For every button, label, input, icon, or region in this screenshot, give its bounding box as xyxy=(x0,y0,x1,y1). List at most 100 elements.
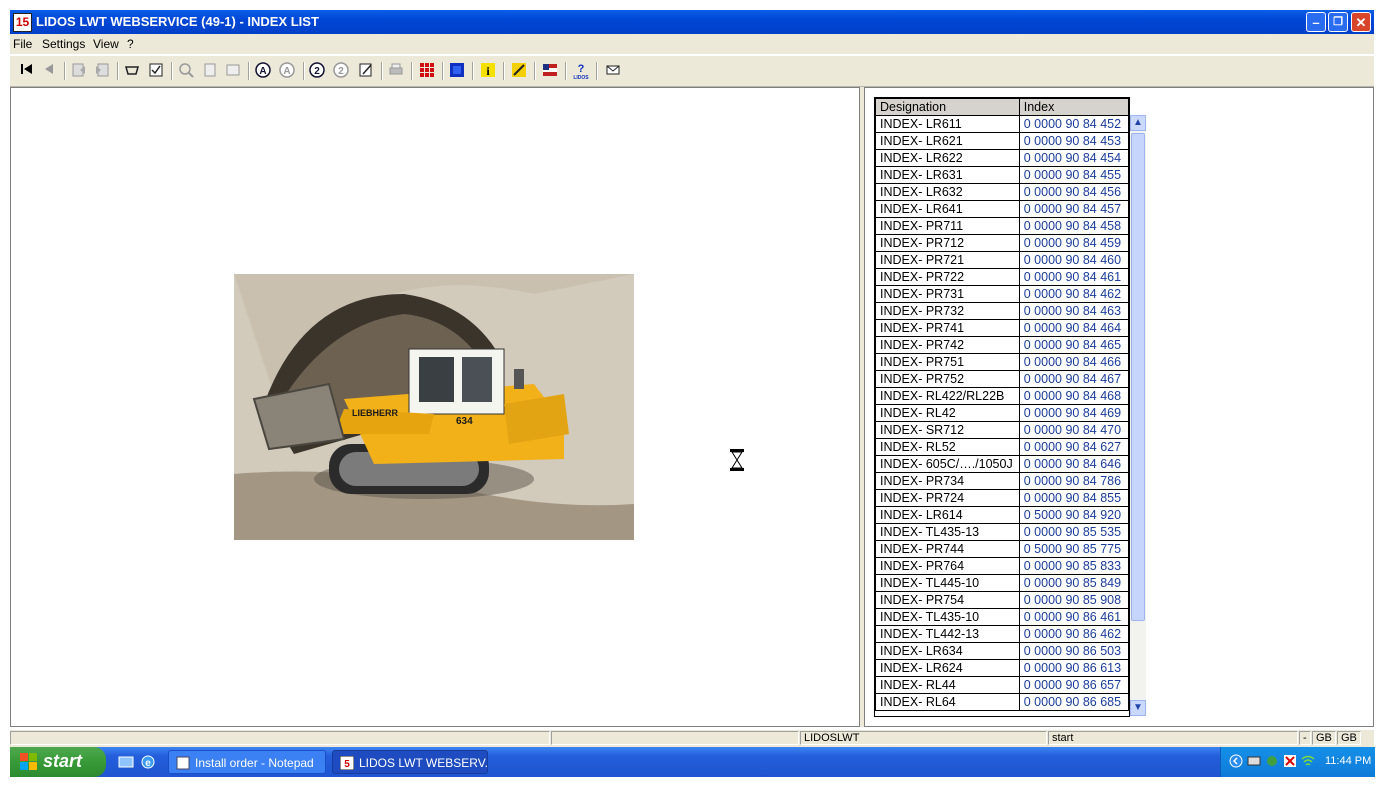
cell-designation[interactable]: INDEX- PR744 xyxy=(875,540,1020,558)
basket-icon[interactable] xyxy=(123,62,141,80)
cell-index[interactable]: 0 0000 90 86 461 xyxy=(1018,608,1129,626)
cell-designation[interactable]: INDEX- LR622 xyxy=(875,149,1020,167)
cell-designation[interactable]: INDEX- TL445-10 xyxy=(875,574,1020,592)
cell-designation[interactable]: INDEX- PR741 xyxy=(875,319,1020,337)
cell-designation[interactable]: INDEX- RL52 xyxy=(875,438,1020,456)
cell-index[interactable]: 0 0000 90 84 465 xyxy=(1018,336,1129,354)
cell-index[interactable]: 0 0000 90 84 455 xyxy=(1018,166,1129,184)
cell-designation[interactable]: INDEX- RL42 xyxy=(875,404,1020,422)
table-row[interactable]: INDEX- PR724 0 0000 90 84 855 xyxy=(875,489,1129,507)
cell-index[interactable]: 0 0000 90 84 456 xyxy=(1018,183,1129,201)
cell-index[interactable]: 0 0000 90 86 685 xyxy=(1018,693,1129,711)
help-3-icon[interactable]: 2 xyxy=(333,62,351,80)
cell-index[interactable]: 0 0000 90 84 460 xyxy=(1018,251,1129,269)
cell-index[interactable]: 0 0000 90 84 461 xyxy=(1018,268,1129,286)
grid-red-icon[interactable] xyxy=(418,62,436,80)
cell-designation[interactable]: INDEX- PR732 xyxy=(875,302,1020,320)
app-icon[interactable]: 15 xyxy=(13,13,32,32)
cell-index[interactable]: 0 0000 90 84 470 xyxy=(1018,421,1129,439)
column-header-designation[interactable]: Designation xyxy=(875,98,1020,116)
cell-designation[interactable]: INDEX- PR751 xyxy=(875,353,1020,371)
cell-index[interactable]: 0 0000 90 84 458 xyxy=(1018,217,1129,235)
cell-index[interactable]: 0 0000 90 84 646 xyxy=(1018,455,1129,473)
cell-index[interactable]: 0 0000 90 84 459 xyxy=(1018,234,1129,252)
cell-designation[interactable]: INDEX- RL64 xyxy=(875,693,1020,711)
table-row[interactable]: INDEX- PR752 0 0000 90 84 467 xyxy=(875,370,1129,388)
cell-index[interactable]: 0 0000 90 85 833 xyxy=(1018,557,1129,575)
maximize-button[interactable]: ❐ xyxy=(1328,12,1348,32)
table-row[interactable]: INDEX- LR624 0 0000 90 86 613 xyxy=(875,659,1129,677)
quicklaunch-desktop-icon[interactable] xyxy=(118,754,134,773)
cell-index[interactable]: 0 0000 90 84 462 xyxy=(1018,285,1129,303)
table-row[interactable]: INDEX- PR721 0 0000 90 84 460 xyxy=(875,251,1129,269)
quicklaunch-ie-icon[interactable]: e xyxy=(140,754,156,773)
table-row[interactable]: INDEX- PR731 0 0000 90 84 462 xyxy=(875,285,1129,303)
tray-security-icon[interactable] xyxy=(1283,754,1297,771)
cell-designation[interactable]: INDEX- PR721 xyxy=(875,251,1020,269)
cell-designation[interactable]: INDEX- TL435-13 xyxy=(875,523,1020,541)
cell-designation[interactable]: INDEX- LR632 xyxy=(875,183,1020,201)
cell-index[interactable]: 0 0000 90 84 452 xyxy=(1018,115,1129,133)
close-button[interactable]: ✕ xyxy=(1351,12,1371,32)
cell-designation[interactable]: INDEX- 605C/…./1050J xyxy=(875,455,1020,473)
tray-expand-icon[interactable] xyxy=(1229,754,1243,771)
grid-blue-icon[interactable] xyxy=(448,62,466,80)
cell-designation[interactable]: INDEX- TL435-10 xyxy=(875,608,1020,626)
table-row[interactable]: INDEX- PR711 0 0000 90 84 458 xyxy=(875,217,1129,235)
table-row[interactable]: INDEX- LR621 0 0000 90 84 453 xyxy=(875,132,1129,150)
scroll-down-icon[interactable]: ▼ xyxy=(1130,700,1146,716)
search-b-icon[interactable]: A xyxy=(279,62,297,80)
cell-index[interactable]: 0 0000 90 85 908 xyxy=(1018,591,1129,609)
table-row[interactable]: INDEX- PR712 0 0000 90 84 459 xyxy=(875,234,1129,252)
menu-view[interactable]: View xyxy=(93,37,119,51)
cell-index[interactable]: 0 0000 90 84 454 xyxy=(1018,149,1129,167)
cell-designation[interactable]: INDEX- PR711 xyxy=(875,217,1020,235)
cell-designation[interactable]: INDEX- LR634 xyxy=(875,642,1020,660)
cell-index[interactable]: 0 0000 90 84 457 xyxy=(1018,200,1129,218)
table-row[interactable]: INDEX- LR632 0 0000 90 84 456 xyxy=(875,183,1129,201)
table-row[interactable]: INDEX- PR732 0 0000 90 84 463 xyxy=(875,302,1129,320)
title-bar[interactable]: 15 LIDOS LWT WEBSERVICE (49-1) - INDEX L… xyxy=(10,10,1374,34)
cell-index[interactable]: 0 0000 90 84 627 xyxy=(1018,438,1129,456)
cell-index[interactable]: 0 0000 90 85 849 xyxy=(1018,574,1129,592)
cell-designation[interactable]: INDEX- PR764 xyxy=(875,557,1020,575)
cell-index[interactable]: 0 5000 90 85 775 xyxy=(1018,540,1129,558)
menu-help[interactable]: ? xyxy=(127,37,134,51)
search-a-icon[interactable]: A xyxy=(255,62,273,80)
help-2-icon[interactable]: 2 xyxy=(309,62,327,80)
cell-index[interactable]: 0 0000 90 84 786 xyxy=(1018,472,1129,490)
fit-width-icon[interactable] xyxy=(224,62,242,80)
table-row[interactable]: INDEX- PR744 0 5000 90 85 775 xyxy=(875,540,1129,558)
cell-index[interactable]: 0 0000 90 84 466 xyxy=(1018,353,1129,371)
table-row[interactable]: INDEX- RL64 0 0000 90 86 685 xyxy=(875,693,1129,711)
column-header-index[interactable]: Index xyxy=(1018,98,1129,116)
cell-designation[interactable]: INDEX- PR752 xyxy=(875,370,1020,388)
table-row[interactable]: INDEX- PR741 0 0000 90 84 464 xyxy=(875,319,1129,337)
cell-designation[interactable]: INDEX- LR614 xyxy=(875,506,1020,524)
table-row[interactable]: INDEX- TL442-13 0 0000 90 86 462 xyxy=(875,625,1129,643)
cell-designation[interactable]: INDEX- LR611 xyxy=(875,115,1020,133)
cell-designation[interactable]: INDEX- PR722 xyxy=(875,268,1020,286)
cell-designation[interactable]: INDEX- PR734 xyxy=(875,472,1020,490)
table-row[interactable]: INDEX- LR634 0 0000 90 86 503 xyxy=(875,642,1129,660)
cell-index[interactable]: 0 0000 90 84 467 xyxy=(1018,370,1129,388)
cell-index[interactable]: 0 0000 90 85 535 xyxy=(1018,523,1129,541)
start-button[interactable]: start xyxy=(10,747,106,777)
cell-index[interactable]: 0 0000 90 84 855 xyxy=(1018,489,1129,507)
cell-designation[interactable]: INDEX- RL44 xyxy=(875,676,1020,694)
table-row[interactable]: INDEX- 605C/…./1050J 0 0000 90 84 646 xyxy=(875,455,1129,473)
zoom-in-icon[interactable] xyxy=(177,62,195,80)
cell-designation[interactable]: INDEX- PR731 xyxy=(875,285,1020,303)
previous-record-icon[interactable] xyxy=(40,62,58,80)
edit-note-icon[interactable] xyxy=(357,62,375,80)
cell-designation[interactable]: INDEX- LR641 xyxy=(875,200,1020,218)
lidos-help-icon[interactable]: ? LIDOS xyxy=(572,62,590,81)
doc-back-icon[interactable] xyxy=(70,62,88,80)
cell-designation[interactable]: INDEX- LR621 xyxy=(875,132,1020,150)
table-row[interactable]: INDEX- PR764 0 0000 90 85 833 xyxy=(875,557,1129,575)
tray-clock[interactable]: 11:44 PM xyxy=(1325,755,1371,767)
cell-designation[interactable]: INDEX- LR624 xyxy=(875,659,1020,677)
tray-network-icon[interactable] xyxy=(1247,754,1261,771)
task-notepad[interactable]: Install order - Notepad xyxy=(168,750,326,774)
menu-file[interactable]: File xyxy=(13,37,32,51)
